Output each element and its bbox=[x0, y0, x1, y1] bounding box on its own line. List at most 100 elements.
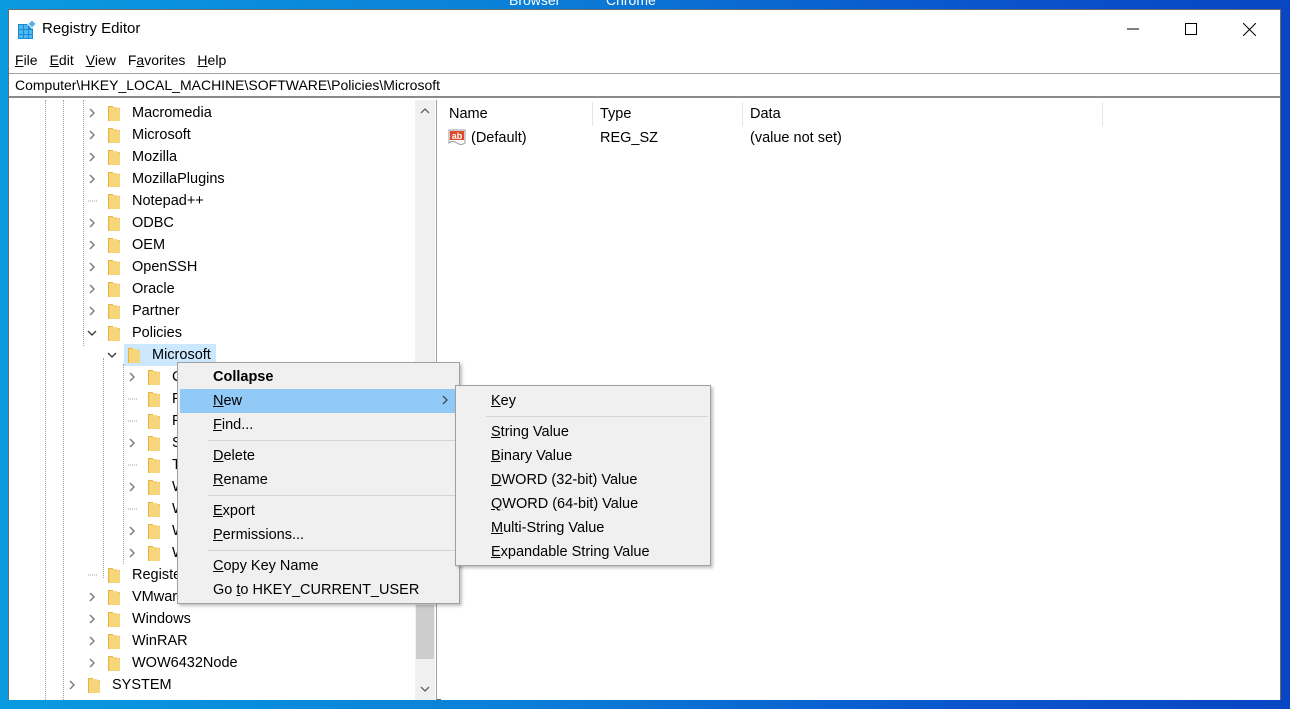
tree-item-content[interactable]: Partner bbox=[104, 300, 185, 322]
tree-item-content[interactable]: Windows bbox=[104, 608, 196, 630]
expand-chevron-icon[interactable] bbox=[84, 655, 100, 671]
menu-item-rename[interactable]: Rename bbox=[180, 468, 457, 492]
address-path[interactable]: Computer\HKEY_LOCAL_MACHINE\SOFTWARE\Pol… bbox=[15, 77, 440, 93]
menu-item-string-value[interactable]: String Value bbox=[458, 420, 708, 444]
expand-chevron-icon[interactable] bbox=[84, 127, 100, 143]
tree-item-mozilla[interactable]: Mozilla bbox=[84, 146, 182, 168]
minimize-button[interactable] bbox=[1104, 10, 1162, 48]
tree-item-partner[interactable]: Partner bbox=[84, 300, 185, 322]
column-separator[interactable] bbox=[1102, 102, 1103, 126]
expand-chevron-icon[interactable] bbox=[84, 281, 100, 297]
menu-item-multi-string-value[interactable]: Multi-String Value bbox=[458, 516, 708, 540]
tree-item-openssh[interactable]: OpenSSH bbox=[84, 256, 202, 278]
menu-file[interactable]: File bbox=[9, 52, 42, 68]
menu-edit[interactable]: Edit bbox=[44, 52, 78, 68]
tree-item-notepad[interactable]: Notepad++ bbox=[84, 190, 209, 212]
tree-item-oracle[interactable]: Oracle bbox=[84, 278, 180, 300]
tree-item-label: WOW6432Node bbox=[132, 655, 238, 671]
tree-item-content[interactable]: Oracle bbox=[104, 278, 180, 300]
tree-item-odbc[interactable]: ODBC bbox=[84, 212, 179, 234]
expand-chevron-icon[interactable] bbox=[84, 171, 100, 187]
tree-item-content[interactable]: Notepad++ bbox=[104, 190, 209, 212]
menu-help[interactable]: Help bbox=[191, 52, 230, 68]
menu-item-binary-value[interactable]: Binary Value bbox=[458, 444, 708, 468]
scroll-down-button[interactable] bbox=[415, 680, 435, 698]
tree-item-label: Mozilla bbox=[132, 149, 178, 165]
expand-chevron-icon[interactable] bbox=[124, 435, 140, 451]
value-name: (Default) bbox=[471, 130, 527, 146]
column-header-name[interactable]: Name bbox=[441, 100, 591, 126]
address-bar[interactable]: Computer\HKEY_LOCAL_MACHINE\SOFTWARE\Pol… bbox=[9, 73, 1280, 98]
scroll-up-button[interactable] bbox=[415, 102, 435, 120]
menu-item-key[interactable]: Key bbox=[458, 389, 708, 413]
menu-item-go-to-hkey-current-user[interactable]: Go to HKEY_CURRENT_USER bbox=[180, 578, 457, 602]
tree-item-windows[interactable]: Windows bbox=[84, 608, 196, 630]
menu-item-dword-32-bit-value[interactable]: DWORD (32-bit) Value bbox=[458, 468, 708, 492]
expand-chevron-icon[interactable] bbox=[84, 149, 100, 165]
column-header-type[interactable]: Type bbox=[592, 100, 742, 126]
tree-item-content[interactable]: WOW6432Node bbox=[104, 652, 243, 674]
menu-item-collapse[interactable]: Collapse bbox=[180, 365, 457, 389]
expand-chevron-icon[interactable] bbox=[84, 303, 100, 319]
menu-item-permissions[interactable]: Permissions... bbox=[180, 523, 457, 547]
expand-chevron-icon[interactable] bbox=[84, 105, 100, 121]
tree-item-content[interactable]: Microsoft bbox=[104, 124, 196, 146]
expand-chevron-icon[interactable] bbox=[124, 545, 140, 561]
expand-chevron-icon[interactable] bbox=[124, 479, 140, 495]
menu-view[interactable]: View bbox=[80, 52, 120, 68]
close-button[interactable] bbox=[1220, 10, 1278, 48]
folder-icon bbox=[106, 566, 122, 584]
maximize-button[interactable] bbox=[1162, 10, 1220, 48]
desktop-shortcut-label[interactable]: Chrome bbox=[606, 0, 656, 8]
scroll-thumb[interactable] bbox=[416, 605, 434, 659]
menu-item-find[interactable]: Find... bbox=[180, 413, 457, 437]
tree-item-label: SYSTEM bbox=[112, 677, 172, 693]
tree-item-content[interactable]: Mozilla bbox=[104, 146, 182, 168]
tree-item-wow6432node[interactable]: WOW6432Node bbox=[84, 652, 243, 674]
tree-item-winrar[interactable]: WinRAR bbox=[84, 630, 193, 652]
menu-item-expandable-string-value[interactable]: Expandable String Value bbox=[458, 540, 708, 564]
tree-item-content[interactable]: SYSTEM bbox=[84, 674, 177, 696]
tree-item-content[interactable]: MozillaPlugins bbox=[104, 168, 230, 190]
expand-chevron-icon[interactable] bbox=[84, 633, 100, 649]
tree-item-macromedia[interactable]: Macromedia bbox=[84, 102, 217, 124]
title-bar[interactable]: Registry Editor bbox=[9, 10, 1280, 48]
folder-icon bbox=[106, 104, 122, 122]
menu-item-label: Collapse bbox=[213, 369, 274, 385]
tree-item-oem[interactable]: OEM bbox=[84, 234, 170, 256]
tree-item-content[interactable]: OEM bbox=[104, 234, 170, 256]
tree-item-mozillaplugins[interactable]: MozillaPlugins bbox=[84, 168, 230, 190]
tree-item-system[interactable]: SYSTEM bbox=[64, 674, 177, 696]
expand-chevron-icon[interactable] bbox=[124, 523, 140, 539]
collapse-chevron-icon[interactable] bbox=[104, 347, 120, 363]
expand-chevron-icon[interactable] bbox=[64, 677, 80, 693]
menu-item-qword-64-bit-value[interactable]: QWORD (64-bit) Value bbox=[458, 492, 708, 516]
tree-item-content[interactable]: WinRAR bbox=[104, 630, 193, 652]
menu-item-export[interactable]: Export bbox=[180, 499, 457, 523]
tree-item-label: WinRAR bbox=[132, 633, 188, 649]
tree-item-microsoft[interactable]: Microsoft bbox=[84, 124, 196, 146]
tree-item-content[interactable]: Policies bbox=[104, 322, 187, 344]
desktop-shortcut-label[interactable]: Browser bbox=[509, 0, 560, 8]
value-row[interactable]: ab (Default) REG_SZ (value not set) bbox=[441, 127, 1280, 149]
menu-item-label: Find... bbox=[213, 417, 254, 433]
collapse-chevron-icon[interactable] bbox=[84, 325, 100, 341]
tree-item-content[interactable]: Macromedia bbox=[104, 102, 217, 124]
expand-chevron-icon[interactable] bbox=[84, 611, 100, 627]
expand-chevron-icon[interactable] bbox=[124, 369, 140, 385]
menu-item-label: Rename bbox=[213, 472, 268, 488]
folder-icon bbox=[146, 522, 162, 540]
expand-chevron-icon[interactable] bbox=[84, 237, 100, 253]
menu-item-copy-key-name[interactable]: Copy Key Name bbox=[180, 554, 457, 578]
expand-chevron-icon[interactable] bbox=[84, 215, 100, 231]
column-header-data[interactable]: Data bbox=[742, 100, 1102, 126]
tree-item-content[interactable]: OpenSSH bbox=[104, 256, 202, 278]
tree-item-policies[interactable]: Policies bbox=[84, 322, 187, 344]
tree-item-label: MozillaPlugins bbox=[132, 171, 225, 187]
menu-item-new[interactable]: New bbox=[180, 389, 457, 413]
menu-item-delete[interactable]: Delete bbox=[180, 444, 457, 468]
menu-favorites[interactable]: Favorites bbox=[122, 52, 190, 68]
expand-chevron-icon[interactable] bbox=[84, 589, 100, 605]
expand-chevron-icon[interactable] bbox=[84, 259, 100, 275]
tree-item-content[interactable]: ODBC bbox=[104, 212, 179, 234]
